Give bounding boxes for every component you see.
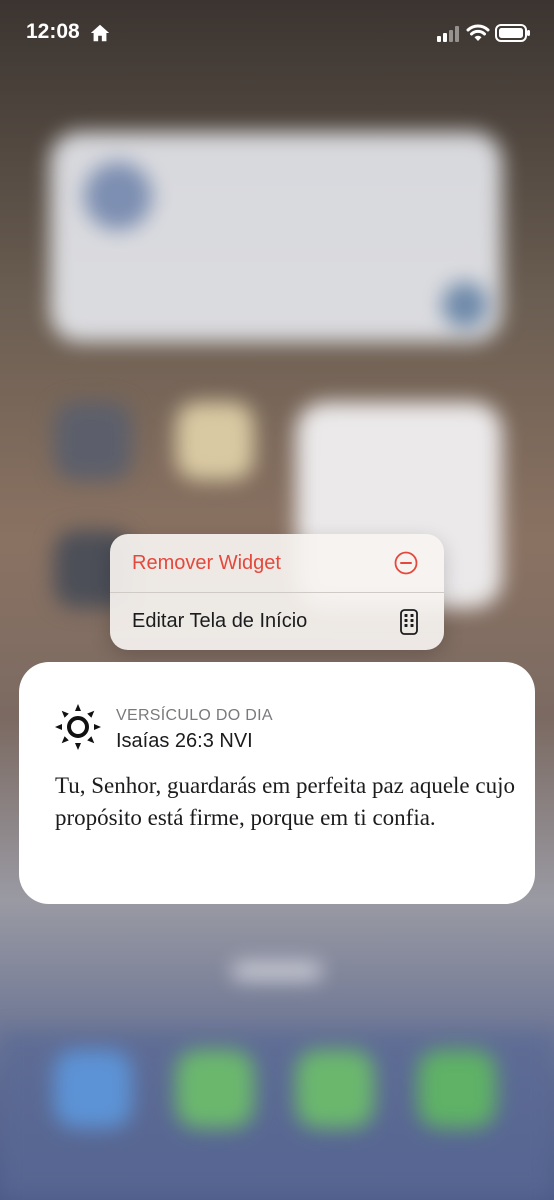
verse-reference: Isaías 26:3 NVI [116, 730, 253, 752]
home-icon [90, 24, 110, 42]
widget-context-menu: Remover Widget Editar Tela de Início [110, 534, 444, 650]
blurred-dock-app [418, 1050, 496, 1128]
blurred-dock-app [296, 1050, 374, 1128]
minus-circle-icon [394, 551, 418, 575]
blurred-dock-app [176, 1050, 254, 1128]
remove-widget-menu-item[interactable]: Remover Widget [110, 534, 444, 592]
blurred-page-dots [232, 962, 322, 980]
blurred-app-icon [54, 402, 132, 480]
widget-title: VERSÍCULO DO DIA [116, 707, 273, 724]
blurred-badge [442, 282, 488, 328]
blurred-dock-app [54, 1050, 132, 1128]
wifi-icon [466, 24, 490, 41]
edit-home-screen-menu-item[interactable]: Editar Tela de Início [110, 592, 444, 650]
edit-home-screen-label: Editar Tela de Início [132, 610, 308, 632]
verse-text: Tu, Senhor, guardarás em perfeita paz aq… [55, 773, 515, 830]
status-time: 12:08 [26, 20, 80, 43]
battery-icon [495, 24, 530, 42]
sun-icon [55, 704, 101, 750]
blurred-app-icon [176, 402, 254, 480]
status-bar: 12:08 [0, 0, 554, 70]
blurred-avatar [84, 162, 152, 230]
cellular-signal-icon [437, 26, 459, 42]
verse-of-the-day-widget[interactable]: VERSÍCULO DO DIA Isaías 26:3 NVI Tu, Sen… [19, 662, 535, 904]
phone-icon [400, 608, 418, 635]
remove-widget-label: Remover Widget [132, 551, 281, 574]
